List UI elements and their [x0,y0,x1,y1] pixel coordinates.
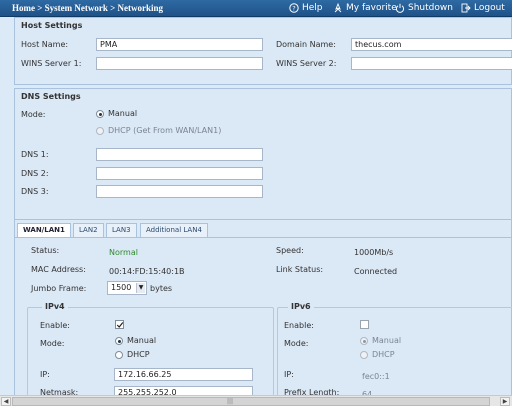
jumbo-frame-select[interactable]: 1500 ▼ [107,281,147,295]
link-status-label: Link Status: [276,265,324,274]
dns1-input[interactable] [96,148,263,161]
dns-manual-label: Manual [108,109,138,118]
speed-value: 1000Mb/s [354,248,394,257]
ipv4-mode-label: Mode: [40,339,65,348]
shutdown-label: Shutdown [408,3,453,13]
breadcrumb-home[interactable]: Home [12,3,35,13]
host-name-input[interactable]: PMA [96,38,263,51]
dns1-label: DNS 1: [21,150,49,159]
ipv6-manual-label: Manual [372,336,402,345]
link-status-value: Connected [354,267,398,276]
scrollbar-grip-icon: ||| [227,398,234,405]
host-settings-panel: Host Settings Host Name: PMA Domain Name… [14,17,512,85]
tab-wan-lan1[interactable]: WAN/LAN1 [17,223,71,238]
chevron-down-icon: ▼ [136,283,145,293]
mac-address-label: MAC Address: [31,265,86,274]
speed-label: Speed: [276,246,304,255]
help-icon: ? [289,3,299,13]
help-label: Help [302,3,323,13]
tab-lan2[interactable]: LAN2 [73,223,104,237]
ipv6-fieldset: IPv6 Enable: Mode: Manual DHCP IP: fec0:… [277,302,512,399]
host-settings-title: Host Settings [21,21,83,30]
dns3-label: DNS 3: [21,187,49,196]
ipv6-enable-label: Enable: [284,321,314,330]
ipv4-ip-label: IP: [40,370,50,379]
dns-settings-title: DNS Settings [21,92,81,101]
breadcrumb-separator: > [37,3,43,13]
my-favorite-button[interactable]: My favorite [333,3,397,13]
dns-dhcp-label: DHCP (Get From WAN/LAN1) [108,126,222,135]
main-content: Host Settings Host Name: PMA Domain Name… [0,17,512,399]
svg-text:?: ? [292,5,295,13]
dns2-input[interactable] [96,167,263,180]
tab-lan3[interactable]: LAN3 [106,223,137,237]
domain-name-label: Domain Name: [276,40,336,49]
shutdown-button[interactable]: Shutdown [395,3,453,13]
tab-divider [15,237,511,238]
jumbo-frame-unit: bytes [150,284,173,293]
wins-server-2-input[interactable] [351,57,512,70]
ipv6-legend: IPv6 [288,302,314,311]
top-bar: Home > System Network > Networking ? Hel… [0,0,512,17]
wins-server-1-label: WINS Server 1: [21,59,82,68]
dns-dhcp-radio[interactable] [96,127,104,135]
status-label: Status: [31,246,60,255]
logout-button[interactable]: Logout [461,3,505,13]
ipv4-manual-label: Manual [127,336,157,345]
dns2-label: DNS 2: [21,169,49,178]
ipv4-legend: IPv4 [42,302,68,311]
ipv4-manual-radio[interactable] [115,337,123,345]
domain-name-input[interactable]: thecus.com [351,38,512,51]
dns3-input[interactable] [96,185,263,198]
ipv4-enable-label: Enable: [40,321,70,330]
power-icon [395,3,405,13]
status-value: Normal [109,248,138,257]
ipv6-enable-checkbox[interactable] [360,320,369,329]
ipv6-mode-label: Mode: [284,339,309,348]
breadcrumb-page: Networking [117,3,164,13]
checkmark-icon [116,322,124,328]
breadcrumb-separator: > [110,3,116,13]
logout-label: Logout [474,3,505,13]
ipv6-ip-input[interactable]: fec0::1 [362,372,390,381]
breadcrumb-section: System Network [44,3,108,13]
horizontal-scrollbar[interactable]: ◀ ||| ▶ [0,395,512,406]
mac-address-value: 00:14:FD:15:40:1B [109,267,185,276]
jumbo-frame-value: 1500 [111,283,132,292]
ipv4-dhcp-label: DHCP [127,350,150,359]
ipv4-fieldset: IPv4 Enable: Mode: Manual DHCP IP: 172.1… [27,302,274,399]
jumbo-frame-label: Jumbo Frame: [31,284,87,293]
dns-settings-panel: DNS Settings Mode: Manual DHCP (Get From… [14,88,512,223]
ipv4-enable-checkbox[interactable] [115,320,124,329]
wins-server-1-input[interactable] [96,57,263,70]
scroll-right-icon[interactable]: ▶ [500,397,510,406]
dns-manual-radio[interactable] [96,110,104,118]
breadcrumb: Home > System Network > Networking [12,3,163,13]
ipv6-ip-label: IP: [284,370,294,379]
lan-tabs-panel: WAN/LAN1 LAN2 LAN3 Additional LAN4 Statu… [14,219,512,399]
help-button[interactable]: ? Help [289,3,323,13]
scroll-left-icon[interactable]: ◀ [1,397,11,406]
scrollbar-thumb[interactable] [12,397,490,406]
ipv6-dhcp-label: DHCP [372,350,395,359]
ipv4-ip-input[interactable]: 172.16.66.25 [114,368,253,381]
ipv6-dhcp-radio[interactable] [360,351,368,359]
ipv6-manual-radio[interactable] [360,337,368,345]
favorite-icon [334,3,342,13]
logout-icon [461,3,471,13]
tab-additional-lan4[interactable]: Additional LAN4 [140,223,208,237]
host-name-label: Host Name: [21,40,69,49]
favorite-label: My favorite [346,3,397,13]
dns-mode-label: Mode: [21,110,46,119]
wins-server-2-label: WINS Server 2: [276,59,337,68]
ipv4-dhcp-radio[interactable] [115,351,123,359]
